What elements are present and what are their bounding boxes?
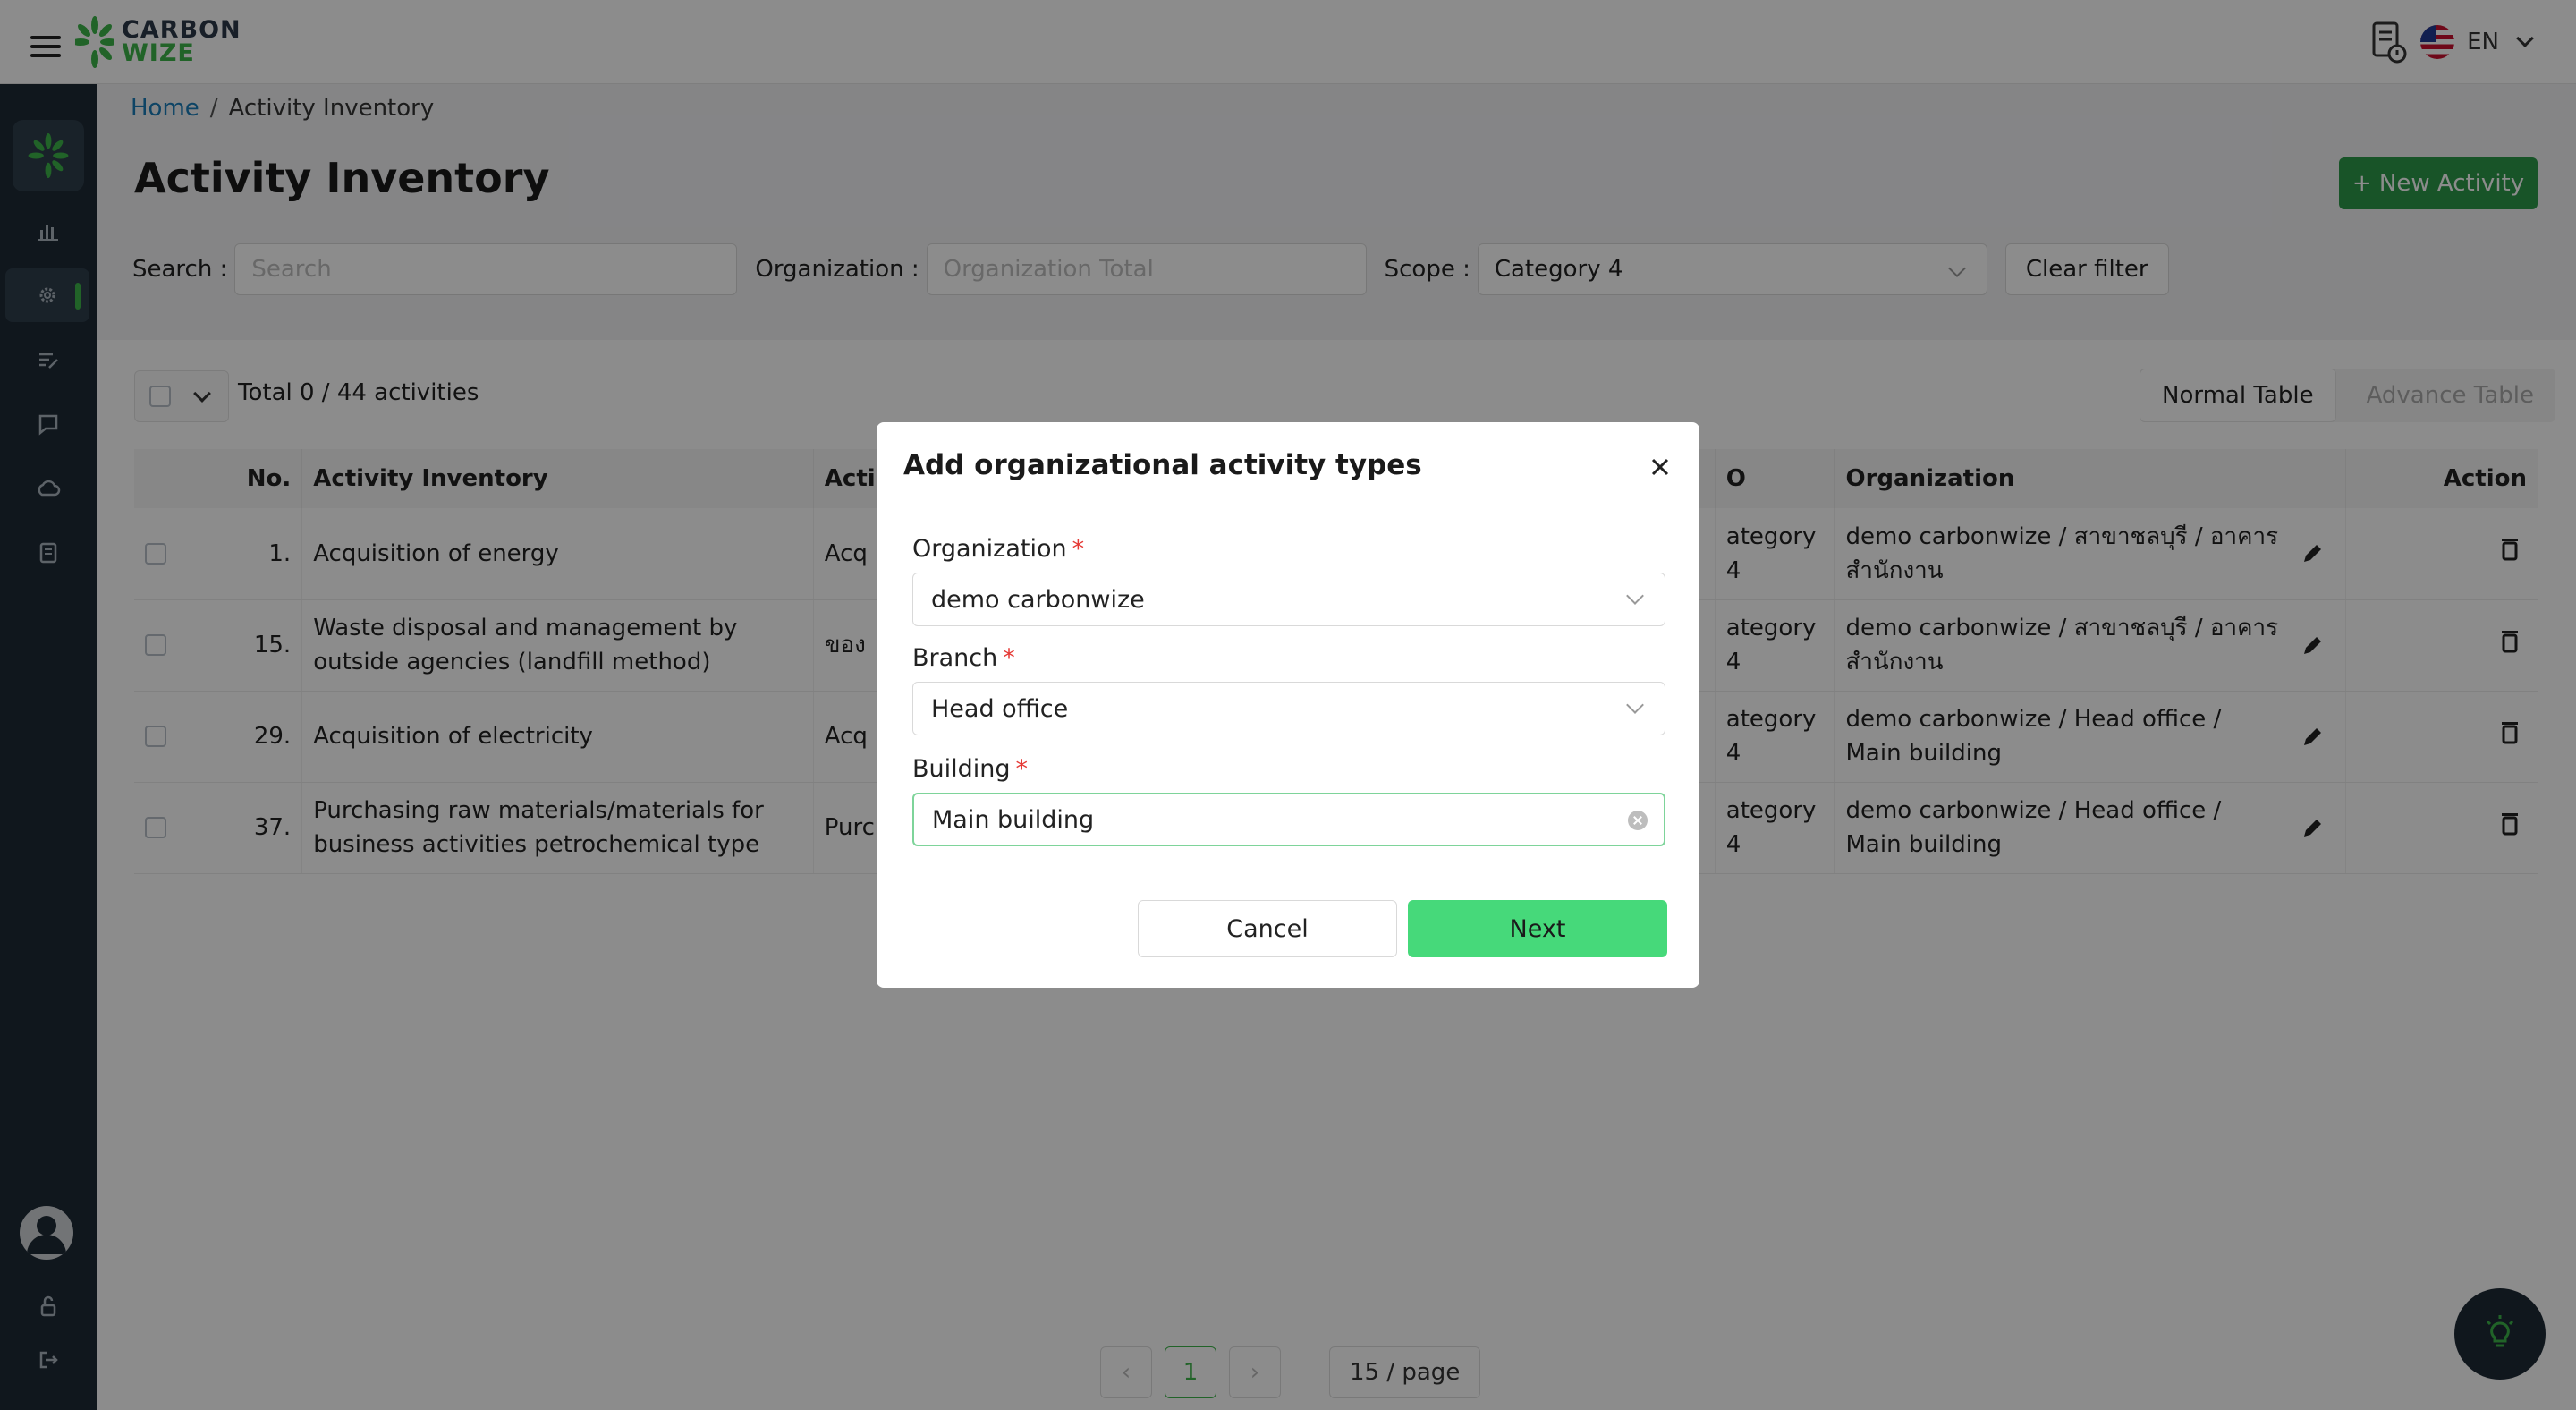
organization-label-text: Organization (912, 535, 1067, 563)
required-mark: * (1015, 755, 1029, 783)
chevron-down-icon (1626, 696, 1644, 714)
organization-field-label: Organization * (912, 535, 1084, 563)
branch-label-text: Branch (912, 644, 998, 672)
chevron-down-icon (1626, 587, 1644, 605)
branch-select-value: Head office (931, 694, 1069, 723)
organization-select-value: demo carbonwize (931, 585, 1145, 614)
close-icon[interactable] (1648, 454, 1673, 480)
branch-select[interactable]: Head office (912, 682, 1665, 735)
required-mark: * (1003, 644, 1015, 672)
modal-title: Add organizational activity types (903, 449, 1422, 481)
next-button[interactable]: Next (1408, 900, 1667, 957)
add-activity-types-modal: Add organizational activity types Organi… (877, 422, 1699, 988)
building-select-value: Main building (932, 805, 1095, 834)
cancel-button[interactable]: Cancel (1138, 900, 1397, 957)
clear-icon[interactable] (1628, 811, 1648, 830)
required-mark: * (1072, 535, 1085, 563)
branch-field-label: Branch * (912, 644, 1015, 672)
building-select[interactable]: Main building (912, 793, 1665, 846)
building-label-text: Building (912, 755, 1011, 783)
organization-select[interactable]: demo carbonwize (912, 573, 1665, 626)
building-field-label: Building * (912, 755, 1028, 783)
